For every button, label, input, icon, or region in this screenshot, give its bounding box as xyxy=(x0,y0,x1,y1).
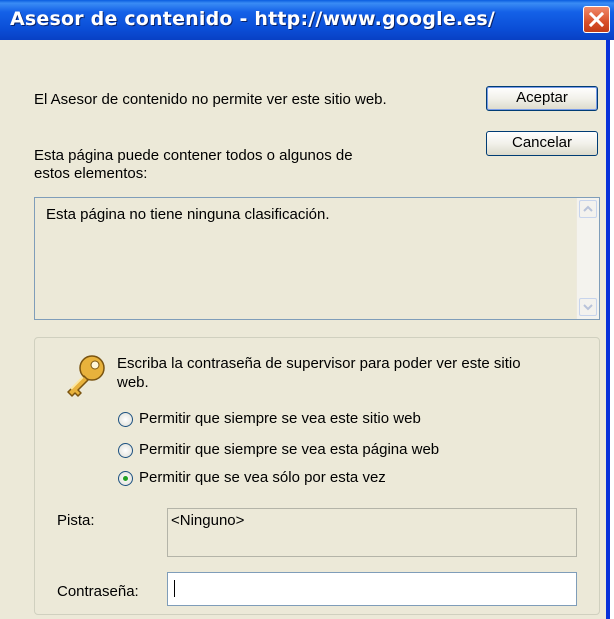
radio-selected-dot xyxy=(123,476,128,481)
option-label: Permitir que siempre se vea esta página … xyxy=(139,441,440,458)
elements-label-line2: estos elementos: xyxy=(34,165,148,182)
radio-always-page[interactable] xyxy=(118,443,133,458)
elements-label-line1: Esta página puede contener todos o algun… xyxy=(34,147,353,164)
accept-button[interactable]: Aceptar xyxy=(486,86,598,111)
text-caret xyxy=(174,580,175,597)
close-icon xyxy=(589,12,604,27)
blocked-message: El Asesor de contenido no permite ver es… xyxy=(34,91,387,108)
close-button[interactable] xyxy=(583,6,610,33)
password-input[interactable] xyxy=(167,572,577,606)
option-label: Permitir que siempre se vea este sitio w… xyxy=(139,410,421,427)
radio-only-once[interactable] xyxy=(118,471,133,486)
window-title: Asesor de contenido - http://www.google.… xyxy=(10,8,496,30)
cancel-button[interactable]: Cancelar xyxy=(486,131,598,156)
hint-value: <Ninguno> xyxy=(171,512,245,529)
option-label: Permitir que se vea sólo por esta vez xyxy=(139,469,386,486)
password-label: Contraseña: xyxy=(57,583,139,600)
rating-list[interactable]: Esta página no tiene ninguna clasificaci… xyxy=(34,197,600,320)
key-icon xyxy=(67,355,105,397)
list-item: Esta página no tiene ninguna clasificaci… xyxy=(46,206,330,223)
supervisor-prompt-line1: Escriba la contraseña de supervisor para… xyxy=(117,355,521,372)
radio-always-site[interactable] xyxy=(118,412,133,427)
chevron-down-icon xyxy=(583,304,593,311)
hint-field: <Ninguno> xyxy=(167,508,577,557)
supervisor-prompt-line2: web. xyxy=(117,374,149,391)
chevron-up-icon xyxy=(583,205,593,212)
scroll-down-button[interactable] xyxy=(579,298,597,316)
title-bar[interactable]: Asesor de contenido - http://www.google.… xyxy=(0,0,614,40)
content-advisor-dialog: Asesor de contenido - http://www.google.… xyxy=(0,0,614,619)
hint-label: Pista: xyxy=(57,512,95,529)
scroll-up-button[interactable] xyxy=(579,200,597,218)
list-scrollbar[interactable] xyxy=(576,198,599,319)
